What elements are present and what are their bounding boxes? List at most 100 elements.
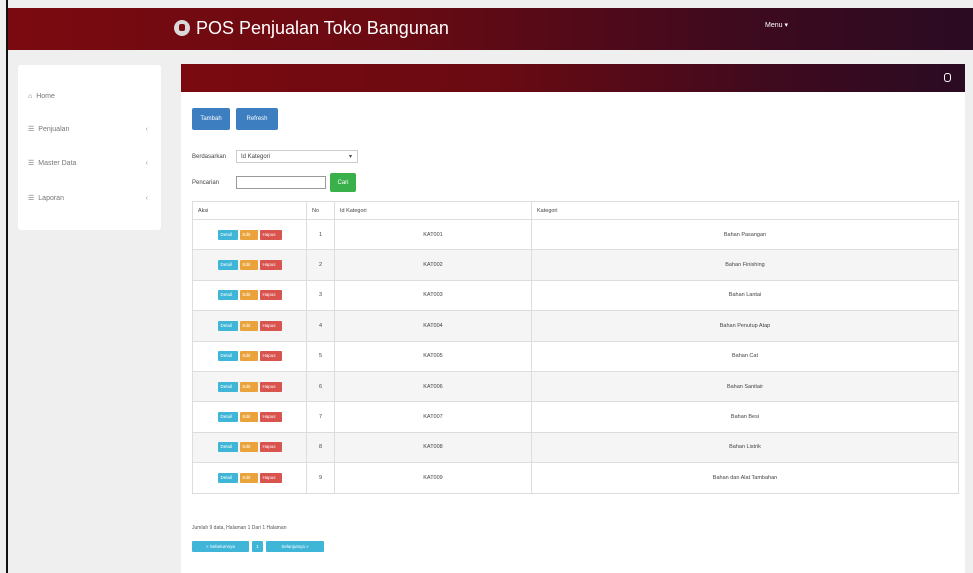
delete-button[interactable]: Hapus	[259, 472, 282, 483]
next-page-button[interactable]: Selanjutnya »	[266, 541, 324, 552]
table-row: Detail Edit Hapus 5 KAT005 Bahan Cat	[192, 340, 959, 372]
cell-no: 2	[306, 249, 335, 281]
table-row: Detail Edit Hapus 8 KAT008 Bahan Listrik	[192, 431, 959, 464]
header-kategori: Kategori	[531, 201, 959, 220]
add-button[interactable]: Tambah	[192, 108, 230, 130]
sidebar-item-label: Penjualan	[38, 125, 70, 133]
cell-id: KAT009	[334, 462, 532, 494]
edit-button[interactable]: Edit	[239, 320, 258, 331]
content-header	[181, 64, 965, 92]
table-row: Detail Edit Hapus 4 KAT004 Bahan Penutup…	[192, 310, 959, 342]
search-label: Pencarian	[192, 180, 220, 186]
detail-button[interactable]: Detail	[217, 472, 238, 483]
row-actions: Detail Edit Hapus	[192, 218, 307, 251]
list-icon: ☰	[28, 126, 35, 133]
cell-kategori: Bahan dan Alat Tambahan	[531, 462, 959, 494]
detail-button[interactable]: Detail	[217, 412, 238, 423]
current-page-button[interactable]: 1	[252, 541, 263, 552]
cell-id: KAT001	[334, 218, 532, 251]
menu-dropdown[interactable]: Menu ▾	[765, 21, 788, 29]
cell-id: KAT003	[334, 279, 532, 312]
delete-button[interactable]: Hapus	[259, 412, 282, 423]
edit-button[interactable]: Edit	[239, 229, 258, 240]
cell-id: KAT007	[334, 401, 532, 433]
cell-no: 1	[306, 218, 335, 251]
header-no: No	[306, 201, 335, 220]
edit-button[interactable]: Edit	[239, 351, 258, 362]
sidebar-item-penjualan[interactable]: ☰ Penjualan ‹	[28, 125, 153, 134]
sidebar-item-label: Home	[36, 93, 55, 100]
cell-kategori: Bahan Lantai	[531, 279, 959, 312]
cell-no: 9	[306, 462, 335, 494]
edit-button[interactable]: Edit	[239, 472, 258, 483]
search-input[interactable]	[236, 176, 326, 189]
row-actions: Detail Edit Hapus	[192, 249, 307, 281]
cell-id: KAT008	[334, 431, 532, 464]
detail-button[interactable]: Detail	[217, 229, 238, 240]
sidebar-item-laporan[interactable]: ☰ Laporan ‹	[28, 194, 153, 203]
cell-id: KAT005	[334, 340, 532, 372]
cell-kategori: Bahan Cat	[531, 340, 959, 372]
brand[interactable]: POS Penjualan Toko Bangunan	[174, 17, 449, 39]
cell-id: KAT002	[334, 249, 532, 281]
row-actions: Detail Edit Hapus	[192, 401, 307, 433]
delete-button[interactable]: Hapus	[259, 260, 282, 271]
pagination-summary: Jumlah 9 data, Halaman 1 Dari 1 Halaman	[192, 525, 287, 531]
prev-page-button[interactable]: « Sebelumnya	[192, 541, 249, 552]
top-navbar: POS Penjualan Toko Bangunan	[8, 8, 973, 50]
table-row: Detail Edit Hapus 6 KAT006 Bahan Sanitai…	[192, 370, 959, 403]
sidebar-item-label: Master Data	[38, 159, 77, 167]
list-icon: ☰	[28, 195, 35, 202]
cell-id: KAT006	[334, 370, 532, 403]
header-aksi: Aksi	[192, 201, 307, 220]
delete-button[interactable]: Hapus	[259, 351, 282, 362]
detail-button[interactable]: Detail	[217, 320, 238, 331]
table-row: Detail Edit Hapus 3 KAT003 Bahan Lantai	[192, 279, 959, 312]
detail-button[interactable]: Detail	[217, 351, 238, 362]
delete-button[interactable]: Hapus	[259, 381, 282, 392]
sidebar-item-master-data[interactable]: ☰ Master Data ‹	[28, 159, 153, 168]
home-icon: ⌂	[28, 93, 33, 100]
edit-button[interactable]: Edit	[239, 442, 258, 453]
detail-button[interactable]: Detail	[217, 442, 238, 453]
chevron-left-icon: ‹	[145, 194, 148, 202]
cell-kategori: Bahan Listrik	[531, 431, 959, 464]
cell-kategori: Bahan Besi	[531, 401, 959, 433]
detail-button[interactable]: Detail	[217, 260, 238, 271]
cell-kategori: Bahan Sanitair	[531, 370, 959, 403]
category-table: Aksi No Id Kategori Kategori Detail Edit…	[192, 201, 959, 494]
refresh-button[interactable]: Refresh	[236, 108, 278, 130]
delete-button[interactable]: Hapus	[259, 442, 282, 453]
sidebar: ⌂ Home ☰ Penjualan ‹ ☰ Master Data ‹ ☰ L…	[18, 65, 161, 230]
sort-label: Berdasarkan	[192, 154, 227, 160]
header-id-kategori: Id Kategori	[334, 201, 532, 220]
list-icon: ☰	[28, 160, 35, 167]
cell-no: 4	[306, 310, 335, 342]
edit-button[interactable]: Edit	[239, 260, 258, 271]
caret-down-icon: ▾	[348, 154, 352, 160]
row-actions: Detail Edit Hapus	[192, 340, 307, 372]
sort-select[interactable]: Id Kategori ▾	[236, 150, 358, 163]
refresh-icon[interactable]	[944, 73, 951, 82]
cell-no: 6	[306, 370, 335, 403]
delete-button[interactable]: Hapus	[259, 290, 282, 301]
row-actions: Detail Edit Hapus	[192, 370, 307, 403]
delete-button[interactable]: Hapus	[259, 229, 282, 240]
user-icon	[174, 20, 190, 36]
search-button[interactable]: Cari	[330, 173, 356, 192]
row-actions: Detail Edit Hapus	[192, 279, 307, 312]
sort-select-value: Id Kategori	[241, 154, 271, 160]
edit-button[interactable]: Edit	[239, 381, 258, 392]
edit-button[interactable]: Edit	[239, 412, 258, 423]
row-actions: Detail Edit Hapus	[192, 462, 307, 494]
delete-button[interactable]: Hapus	[259, 320, 282, 331]
cell-no: 5	[306, 340, 335, 372]
detail-button[interactable]: Detail	[217, 381, 238, 392]
detail-button[interactable]: Detail	[217, 290, 238, 301]
sidebar-item-home[interactable]: ⌂ Home	[28, 93, 153, 100]
chevron-left-icon: ‹	[145, 125, 148, 133]
cell-no: 7	[306, 401, 335, 433]
edit-button[interactable]: Edit	[239, 290, 258, 301]
app-title: POS Penjualan Toko Bangunan	[196, 18, 449, 38]
table-row: Detail Edit Hapus 7 KAT007 Bahan Besi	[192, 401, 959, 433]
